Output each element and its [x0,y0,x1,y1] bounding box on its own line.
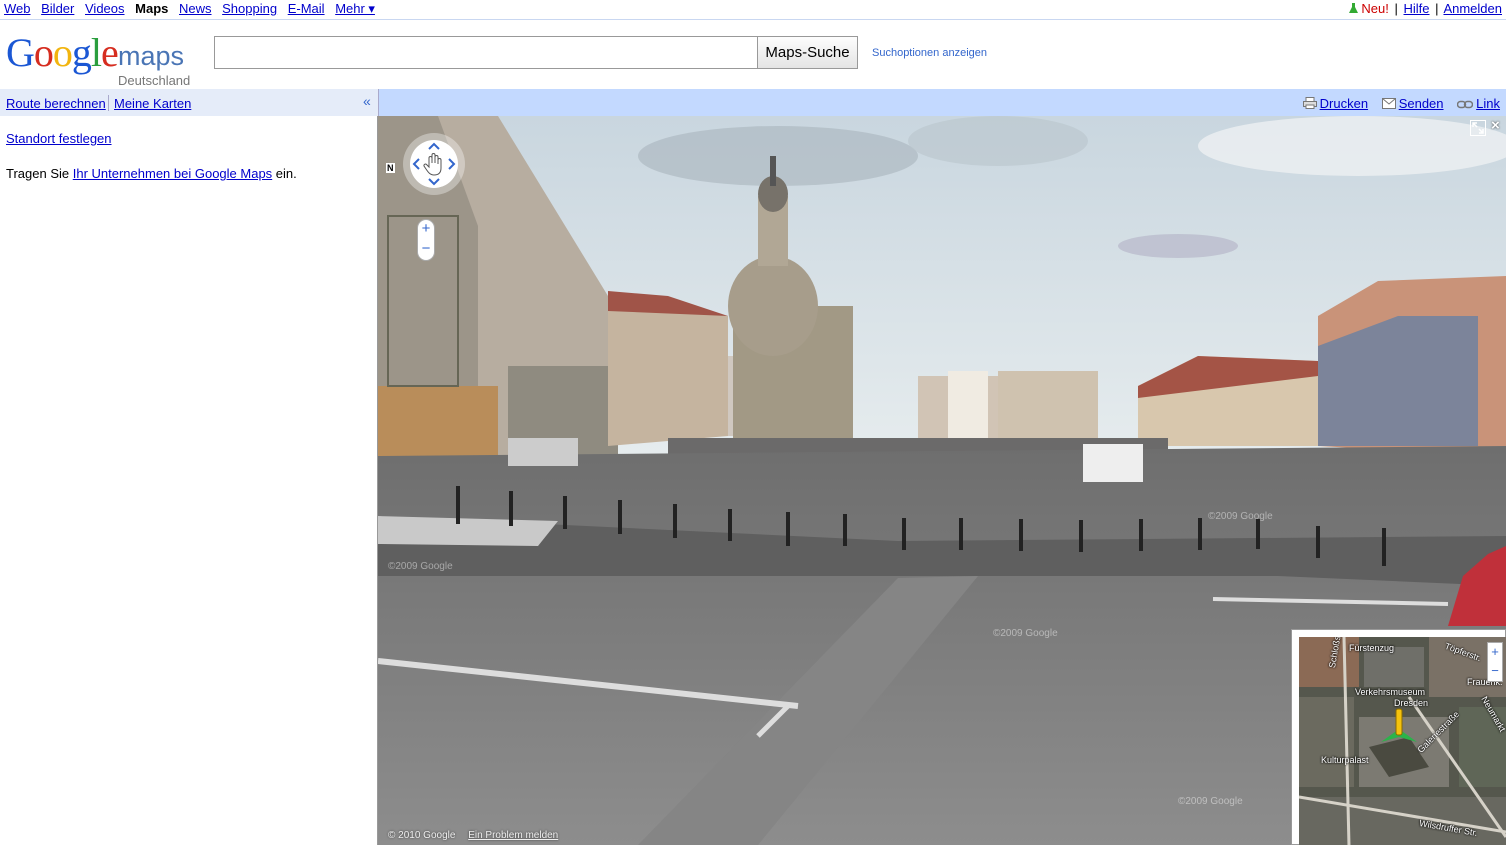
link-web[interactable]: Web [4,1,31,16]
route-link[interactable]: Route berechnen [6,96,106,111]
logo-country: Deutschland [118,73,191,88]
watermark: ©2009 Google [1208,511,1273,522]
login-link[interactable]: Anmelden [1443,1,1502,16]
streetview-footer: © 2010 Google Ein Problem melden [388,830,558,841]
map-label: Fürstenzug [1349,643,1395,653]
business-suffix: ein. [272,166,297,181]
divider [108,95,109,111]
google-bar: Web Bilder Videos Maps News Shopping E-M… [0,0,1506,20]
link-bilder[interactable]: Bilder [41,1,74,16]
zoom-out-button[interactable]: − [418,240,434,260]
header: Google maps Deutschland Maps-Suche Sucho… [0,21,1506,89]
google-maps-logo[interactable]: Google maps Deutschland [6,30,196,88]
set-location-link[interactable]: Standort festlegen [6,131,112,146]
business-prompt: Tragen Sie Ihr Unternehmen bei Google Ma… [6,166,297,181]
help-link[interactable]: Hilfe [1404,1,1430,16]
pan-compass-icon [403,133,465,195]
compass-north-label: N [386,163,395,173]
my-maps-link[interactable]: Meine Karten [114,96,191,111]
map-actions: Drucken Senden Link [1293,96,1500,111]
print-link[interactable]: Drucken [1320,96,1368,111]
separator: | [1394,1,1398,16]
satellite-image [1299,637,1506,845]
link-shopping[interactable]: Shopping [222,1,277,16]
pan-control[interactable] [402,132,466,196]
logo-maps-text: maps [118,41,185,71]
left-toolbar: Route berechnen Meine Karten « [0,89,378,116]
watermark: ©2009 Google [388,561,453,572]
send-link[interactable]: Senden [1399,96,1444,111]
collapse-panel-button[interactable]: « [363,93,371,109]
logo-google-text: Google [6,30,119,75]
neu-link[interactable]: Neu! [1361,1,1388,16]
zoom-in-button[interactable]: + [418,220,434,240]
link-email[interactable]: E-Mail [288,1,325,16]
separator: | [1435,1,1439,16]
mini-map[interactable]: Fürstenzug Töpferstr. Frauenk. Verkehrsm… [1291,629,1506,845]
link-link[interactable]: Link [1476,96,1500,111]
copyright: © 2010 Google [388,830,456,841]
zoom-control: + − [417,219,435,261]
minimap-zoom-in-button[interactable]: + [1488,643,1502,662]
side-panel: Standort festlegen Tragen Sie Ihr Untern… [0,116,378,845]
fullscreen-icon[interactable] [1470,120,1486,136]
send-action[interactable]: Senden [1381,96,1447,111]
search-options-link[interactable]: Suchoptionen anzeigen [872,47,987,59]
map-toolbar: Drucken Senden Link [378,89,1506,116]
account-links: Neu! | Hilfe | Anmelden [1349,1,1502,16]
envelope-icon [1381,98,1396,109]
street-view-panorama[interactable]: ©2009 Google ©2009 Google ©2009 Google ©… [378,116,1506,845]
business-link[interactable]: Ihr Unternehmen bei Google Maps [73,166,272,181]
watermark: ©2009 Google [993,628,1058,639]
labs-flask-icon [1349,3,1359,13]
chain-link-icon [1457,100,1474,109]
close-streetview-button[interactable]: × [1491,118,1503,133]
link-mehr-dropdown[interactable]: Mehr ▾ [335,1,375,16]
minimap-zoom-control: + − [1487,642,1503,682]
print-action[interactable]: Drucken [1302,96,1372,111]
link-maps-current: Maps [135,1,169,16]
map-label: Kulturpalast [1321,755,1369,765]
printer-icon [1302,97,1317,109]
link-news[interactable]: News [179,1,212,16]
search-input[interactable] [214,36,758,69]
link-action[interactable]: Link [1457,96,1500,111]
map-label: Dresden [1394,698,1429,708]
watermark: ©2009 Google [1178,796,1243,807]
link-videos[interactable]: Videos [85,1,125,16]
map-label: Verkehrsmuseum [1355,687,1426,697]
minimap-zoom-out-button[interactable]: − [1488,662,1502,681]
product-links: Web Bilder Videos Maps News Shopping E-M… [4,1,382,17]
satellite-map[interactable]: Fürstenzug Töpferstr. Frauenk. Verkehrsm… [1299,637,1506,845]
report-problem-link[interactable]: Ein Problem melden [468,830,558,841]
business-prefix: Tragen Sie [6,166,73,181]
maps-search-button[interactable]: Maps-Suche [757,36,858,69]
